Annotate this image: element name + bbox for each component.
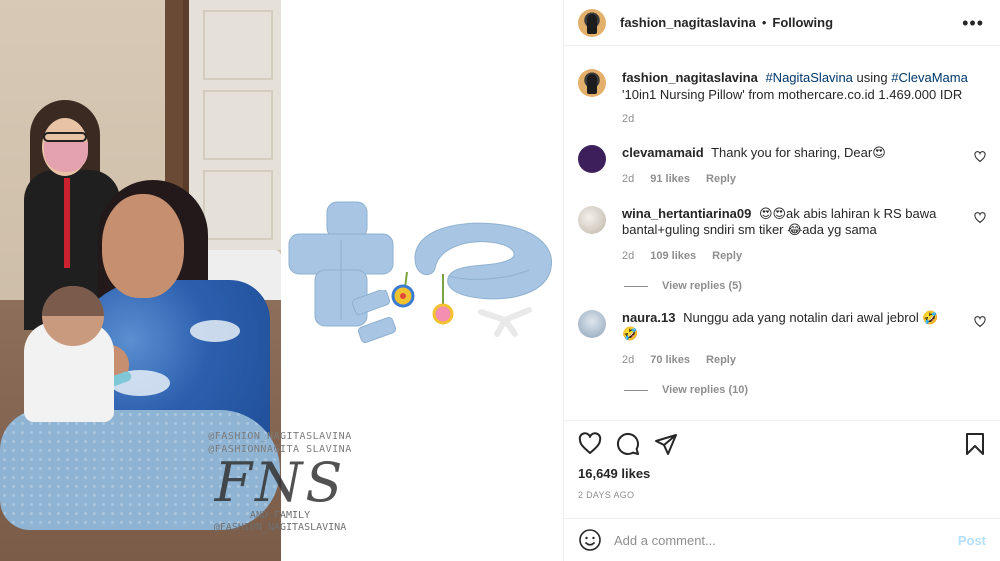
comment-time[interactable]: 2d <box>622 248 634 264</box>
caption-time[interactable]: 2d <box>622 111 972 128</box>
comment-likes[interactable]: 91 likes <box>650 171 690 187</box>
author-avatar[interactable] <box>578 8 606 37</box>
comment-item: naura.13 Nunggu ada yang notalin dari aw… <box>578 310 986 368</box>
hashtag-link[interactable]: #ClevaMama <box>891 70 968 85</box>
comment-item: clevamamaid Thank you for sharing, Dear😍… <box>578 145 986 187</box>
commenter-username[interactable]: naura.13 <box>622 310 675 325</box>
post-button[interactable]: Post <box>958 533 986 548</box>
caption-username[interactable]: fashion_nagitaslavina <box>622 70 758 85</box>
comment-like-heart-icon[interactable] <box>974 316 986 328</box>
commenter-avatar[interactable] <box>578 310 606 338</box>
reply-button[interactable]: Reply <box>706 171 736 187</box>
reply-button[interactable]: Reply <box>706 352 736 368</box>
comment-time[interactable]: 2d <box>622 352 634 368</box>
commenter-avatar[interactable] <box>578 145 606 173</box>
comment-input[interactable]: Add a comment... <box>614 533 958 548</box>
replies-dash <box>624 285 648 287</box>
share-icon[interactable] <box>654 432 678 456</box>
post-header: fashion_nagitaslavina • Following ••• <box>564 0 1000 46</box>
bookmark-icon[interactable] <box>964 432 986 456</box>
comment-time[interactable]: 2d <box>622 171 634 187</box>
commenter-username[interactable]: wina_hertantiarina09 <box>622 206 751 221</box>
commenter-avatar[interactable] <box>578 206 606 234</box>
header-separator: • <box>761 15 767 30</box>
view-replies-button[interactable]: View replies (5) <box>624 280 986 292</box>
reply-button[interactable]: Reply <box>712 248 742 264</box>
caption-text: using <box>856 70 888 85</box>
comment-icon[interactable] <box>616 432 640 456</box>
post-actions: 16,649 likes 2 DAYS AGO Add a comment...… <box>564 420 1000 561</box>
post-caption: fashion_nagitaslavina #NagitaSlavina usi… <box>578 46 986 128</box>
comment-likes[interactable]: 70 likes <box>650 352 690 368</box>
add-comment-bar: Add a comment... Post <box>564 518 1000 561</box>
watermark-handle: @FASHION_NAGITASLAVINA <box>208 431 352 442</box>
view-replies-label: View replies (5) <box>662 280 742 292</box>
comment-text: Thank you for sharing, Dear😍 <box>711 145 886 160</box>
view-replies-button[interactable]: View replies (10) <box>624 384 986 396</box>
replies-dash <box>624 389 648 391</box>
emoji-icon[interactable] <box>578 528 602 552</box>
watermark: @FASHION_NAGITASLAVINA @FASHIONNAGITA SL… <box>200 430 360 534</box>
strap-image <box>478 307 532 337</box>
watermark-logo: FNS <box>214 451 346 514</box>
comment-like-heart-icon[interactable] <box>974 212 986 224</box>
caption-avatar[interactable] <box>578 69 606 97</box>
comment-item: wina_hertantiarina09 😍😍ak abis lahiran k… <box>578 206 986 264</box>
hashtag-link[interactable]: #NagitaSlavina <box>765 70 852 85</box>
post-sidebar: fashion_nagitaslavina • Following ••• fa… <box>564 0 1000 561</box>
rattle-toys-image <box>391 271 454 325</box>
heart-icon[interactable] <box>578 432 602 456</box>
comment-like-heart-icon[interactable] <box>974 151 986 163</box>
caption-text: '10in1 Nursing Pillow' from mothercare.c… <box>622 87 963 102</box>
post-media[interactable]: @FASHION_NAGITASLAVINA @FASHIONNAGITA SL… <box>0 0 564 561</box>
likes-count[interactable]: 16,649 likes <box>578 466 986 481</box>
baby-figure <box>24 286 134 422</box>
comments-list[interactable]: fashion_nagitaslavina #NagitaSlavina usi… <box>564 46 1000 420</box>
post-date[interactable]: 2 DAYS AGO <box>578 490 986 500</box>
author-username[interactable]: fashion_nagitaslavina <box>620 15 756 30</box>
more-horizontal-icon[interactable]: ••• <box>962 14 984 32</box>
instagram-post-modal: @FASHION_NAGITASLAVINA @FASHIONNAGITA SL… <box>0 0 1000 561</box>
view-replies-label: View replies (10) <box>662 384 749 396</box>
following-button[interactable]: Following <box>772 15 833 30</box>
comment-likes[interactable]: 109 likes <box>650 248 696 264</box>
watermark-handle-3: @FASHION_NAGITASLAVINA <box>213 522 347 533</box>
commenter-username[interactable]: clevamamaid <box>622 145 704 160</box>
